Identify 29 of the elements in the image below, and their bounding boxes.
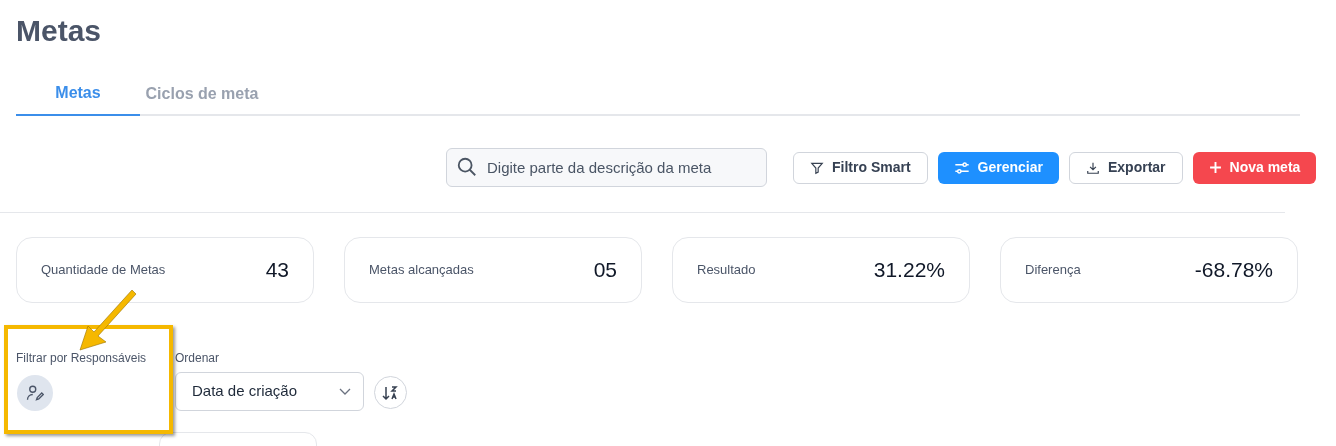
new-goal-button[interactable]: Nova meta: [1192, 151, 1317, 184]
sliders-icon: [953, 160, 970, 175]
user-edit-icon: [26, 384, 44, 402]
stat-label: Diferença: [1025, 261, 1081, 280]
stat-value: 05: [593, 257, 617, 284]
stat-value: 31.22%: [873, 257, 945, 284]
sort-label: Ordenar: [175, 350, 220, 367]
stat-value: -68.78%: [1194, 257, 1273, 284]
plus-icon: [1208, 161, 1222, 174]
download-icon: [1085, 160, 1100, 175]
sort-icon: [381, 384, 400, 401]
assignee-filter-button[interactable]: [17, 375, 53, 411]
stat-value: 43: [265, 257, 289, 284]
filter-icon: [810, 160, 824, 175]
tab[interactable]: Metas: [16, 72, 140, 116]
filter-button[interactable]: Filtro Smart: [793, 151, 928, 184]
stat-label: Metas alcançadas: [369, 261, 474, 280]
sort-select[interactable]: Data de criação: [175, 372, 364, 411]
sort-direction-button[interactable]: [374, 376, 407, 409]
search-field[interactable]: Digite parte da descrição da meta: [446, 148, 767, 187]
page-title: Metas: [16, 13, 102, 49]
filter-label: Filtrar por Responsáveis: [16, 350, 147, 367]
stat-label: Resultado: [697, 261, 756, 280]
export-button[interactable]: Exportar: [1068, 151, 1183, 184]
chevron-down-icon: [339, 387, 351, 396]
tab[interactable]: Ciclos de meta: [140, 72, 264, 116]
stat-label: Quantidade de Metas: [41, 261, 166, 280]
search-icon: [456, 156, 478, 178]
manage-button[interactable]: Gerenciar: [937, 151, 1059, 184]
